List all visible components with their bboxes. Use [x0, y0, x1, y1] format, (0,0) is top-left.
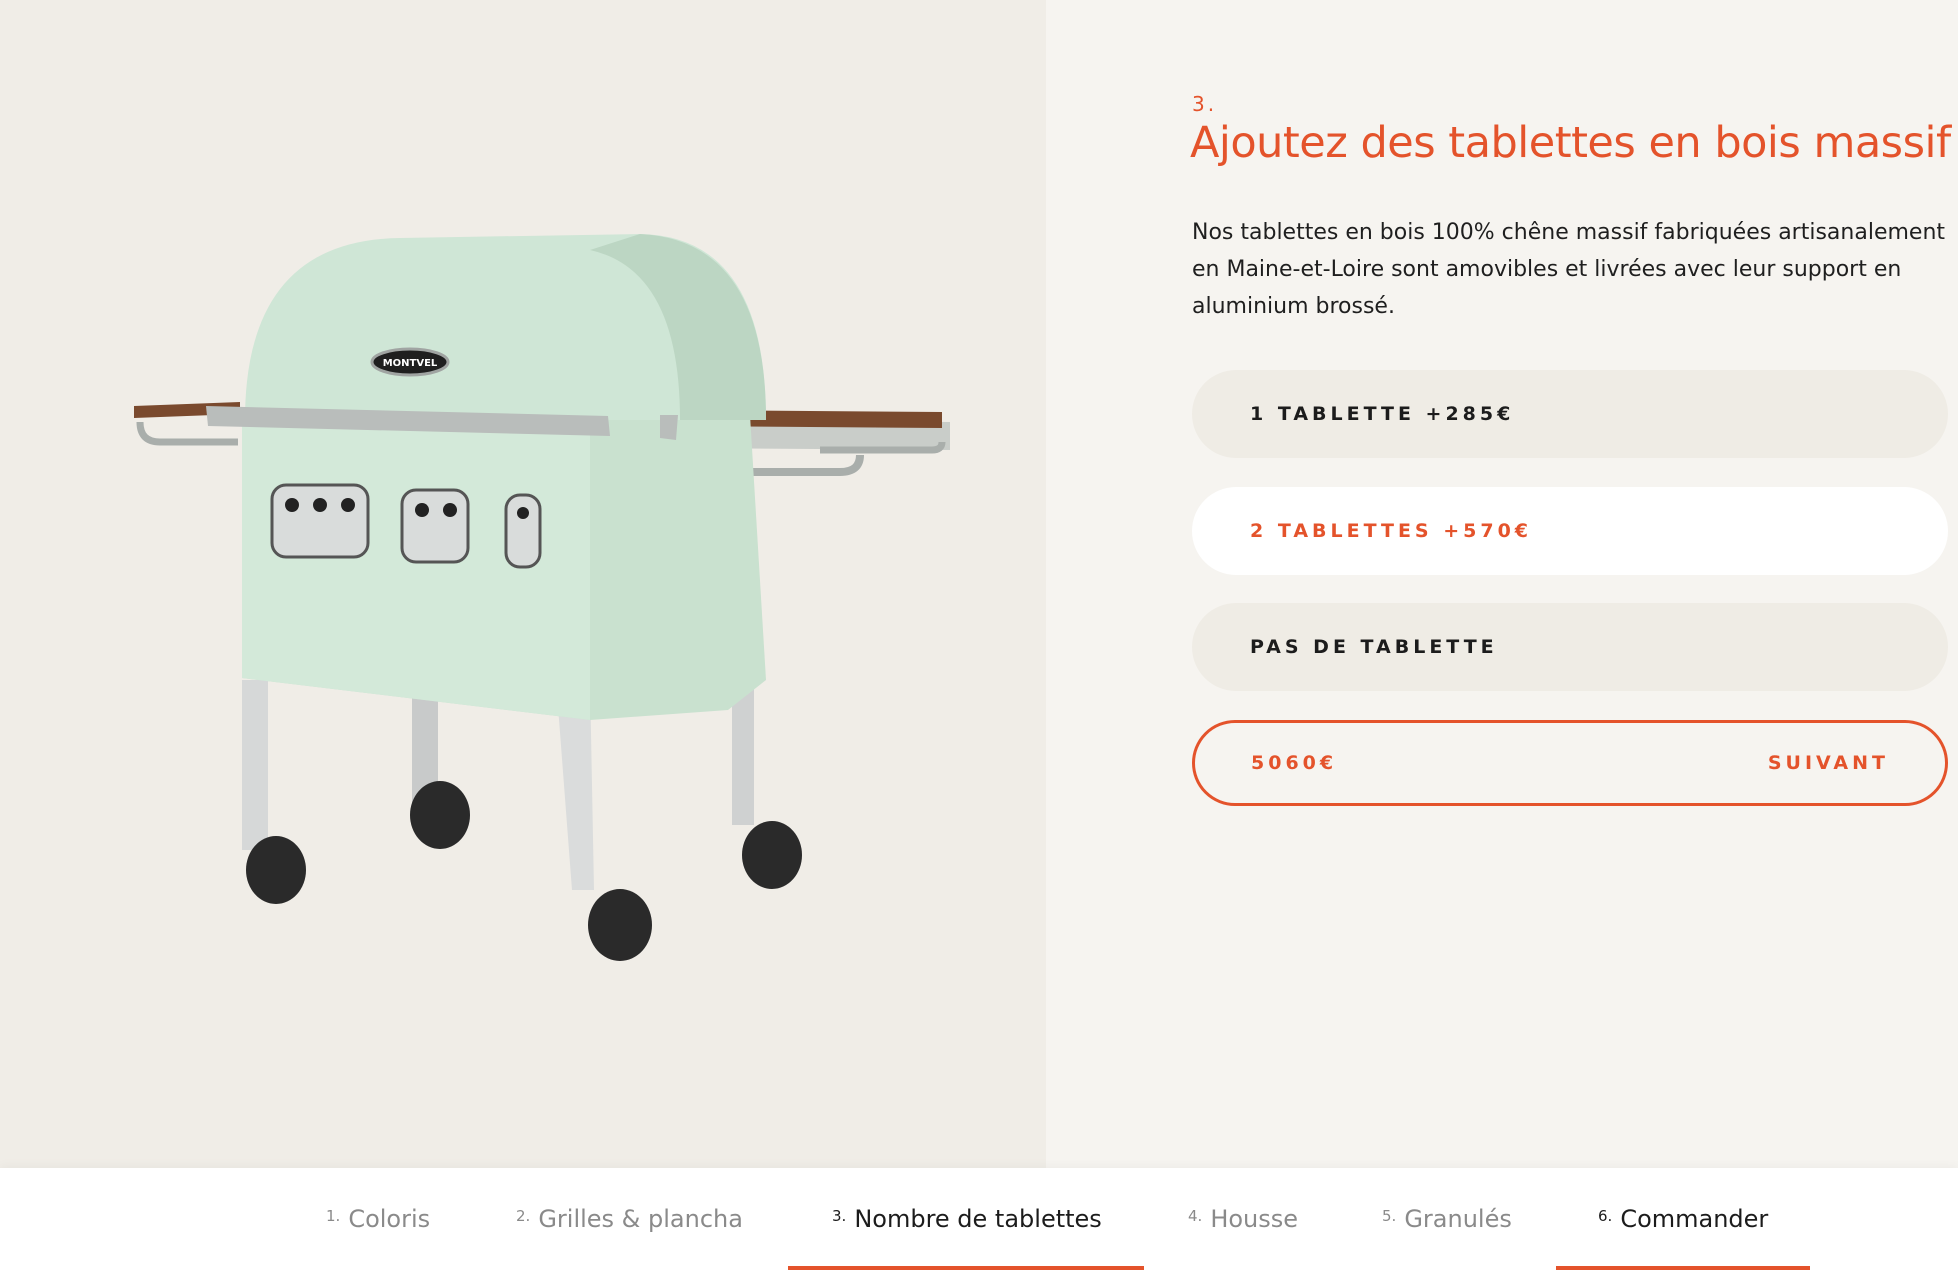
- option-label: PAS DE TABLETTE: [1250, 636, 1498, 658]
- step-description: Nos tablettes en bois 100% chêne massif …: [1192, 220, 1946, 319]
- total-price: 5060€: [1251, 752, 1338, 774]
- nav-step-number: 2.: [516, 1207, 531, 1225]
- nav-step-housse[interactable]: 4. Housse: [1188, 1168, 1298, 1270]
- configurator-panel: [1046, 0, 1958, 1168]
- step-number: 3.: [1192, 92, 1218, 116]
- nav-step-number: 3.: [832, 1207, 847, 1225]
- step-navigation: 1. Coloris 2. Grilles & plancha 3. Nombr…: [0, 1168, 1958, 1270]
- option-two-shelves-button[interactable]: 2 TABLETTES +570€: [1192, 487, 1948, 575]
- nav-step-label: Commander: [1620, 1205, 1769, 1233]
- brand-plate-text: MONTVEL: [383, 358, 438, 369]
- nav-step-label: Granulés: [1404, 1205, 1512, 1233]
- commander-underline: [1556, 1266, 1810, 1270]
- nav-step-granules[interactable]: 5. Granulés: [1382, 1168, 1512, 1270]
- next-button[interactable]: SUIVANT: [1768, 752, 1889, 774]
- nav-step-number: 6.: [1598, 1207, 1613, 1225]
- active-step-underline: [788, 1266, 1144, 1270]
- option-no-shelf-button[interactable]: PAS DE TABLETTE: [1192, 603, 1948, 691]
- nav-step-commander[interactable]: 6. Commander: [1598, 1168, 1768, 1270]
- nav-step-coloris[interactable]: 1. Coloris: [326, 1168, 430, 1270]
- price-next-bar: 5060€ SUIVANT: [1192, 720, 1948, 806]
- step-title: Ajoutez des tablettes en bois massif: [1190, 118, 1951, 168]
- nav-step-grilles[interactable]: 2. Grilles & plancha: [516, 1168, 743, 1270]
- option-one-shelf-button[interactable]: 1 TABLETTE +285€: [1192, 370, 1948, 458]
- nav-step-tablettes[interactable]: 3. Nombre de tablettes: [832, 1168, 1102, 1270]
- nav-step-number: 1.: [326, 1207, 341, 1225]
- nav-step-number: 5.: [1382, 1207, 1397, 1225]
- option-label: 1 TABLETTE +285€: [1250, 403, 1515, 425]
- product-preview-panel: MONTVEL: [0, 0, 1046, 1168]
- nav-step-number: 4.: [1188, 1207, 1203, 1225]
- nav-step-label: Coloris: [348, 1205, 431, 1233]
- nav-step-label: Housse: [1210, 1205, 1299, 1233]
- nav-step-label: Grilles & plancha: [538, 1205, 743, 1233]
- option-label: 2 TABLETTES +570€: [1250, 520, 1533, 542]
- nav-step-label: Nombre de tablettes: [854, 1205, 1102, 1233]
- grill-product-image: MONTVEL: [134, 234, 950, 961]
